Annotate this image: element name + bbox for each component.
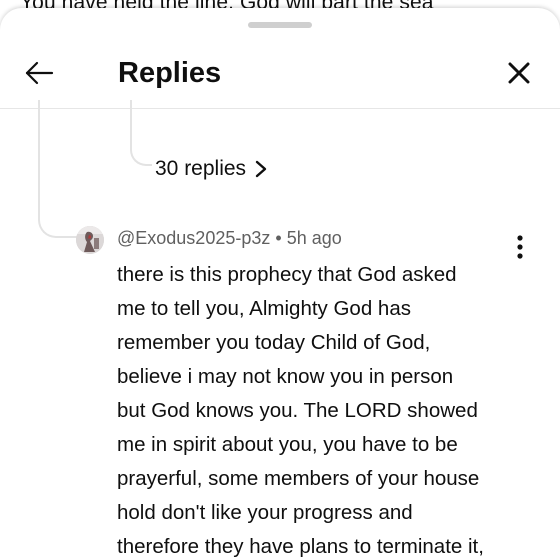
meta-separator: • [275,228,282,248]
comment-line: me in spirit about you, you have to be [117,433,458,456]
comment-line: hold don't like your progress and [117,501,413,524]
comment-timestamp[interactable]: 5h ago [287,228,342,248]
comment-line: remember you today Child of God, [117,331,431,354]
sheet-header: Replies [0,38,560,109]
comment-author[interactable]: @Exodus2025-p3z [117,228,270,248]
comment-header: @Exodus2025-p3z • 5h ago [117,228,342,249]
comment-line: me to tell you, Almighty God has [117,297,411,320]
avatar-image [76,226,104,254]
comment-line: believe i may not know you in person [117,365,454,388]
replies-count-label: 30 replies [155,157,247,180]
chevron-right-icon [255,160,267,178]
comment-line: but God knows you. The LORD showed [117,399,478,422]
thread-connector-line [38,100,78,238]
view-replies-button[interactable]: 30 replies [155,154,268,184]
sheet-title: Replies [118,57,222,89]
arrow-left-icon [25,61,54,85]
replies-screen: You have held the line. God will part th… [0,0,560,560]
close-icon [508,62,530,84]
back-button[interactable] [18,52,60,94]
avatar[interactable] [76,226,104,254]
close-button[interactable] [498,52,540,94]
reply-connector-line [130,100,152,166]
more-vertical-icon [517,235,523,259]
comment-text: there is this prophecy that God asked me… [117,258,527,560]
comment-line: there is this prophecy that God asked [117,263,457,286]
comment-line: prayerful, some members of your house [117,467,480,490]
comment-line: therefore they have plans to terminate i… [117,535,484,558]
sheet-drag-handle[interactable] [248,22,312,28]
